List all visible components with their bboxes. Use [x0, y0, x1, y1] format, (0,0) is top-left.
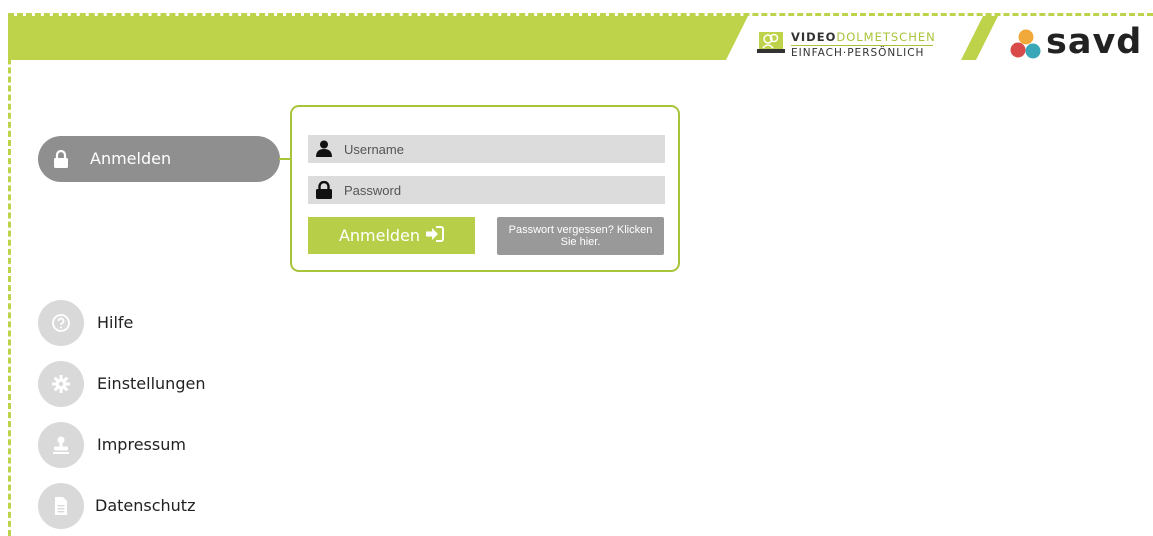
nav-item-label: Datenschutz: [95, 496, 196, 515]
stamp-icon: [53, 436, 69, 454]
sign-in-icon: [426, 225, 445, 246]
nav-icon-circle: [38, 483, 84, 529]
nav-item-anmelden[interactable]: Anmelden: [38, 136, 280, 182]
gear-icon: [52, 375, 70, 393]
login-button-label: Anmelden: [338, 226, 421, 245]
nav-icon-circle: [38, 300, 84, 346]
nav-item-impressum[interactable]: Impressum: [38, 422, 258, 468]
left-dashed-border: [8, 13, 11, 536]
nav-item-label: Einstellungen: [97, 374, 206, 393]
nav-item-label: Anmelden: [90, 149, 172, 168]
brand-separator: [791, 45, 933, 46]
password-input[interactable]: [344, 176, 654, 204]
document-icon: [55, 497, 67, 515]
help-icon: [52, 314, 70, 332]
nav-item-datenschutz[interactable]: Datenschutz: [38, 483, 258, 529]
username-input[interactable]: [344, 135, 654, 163]
nav-icon-circle: [38, 422, 84, 468]
brand-line1: VIDEODOLMETSCHEN: [791, 30, 936, 44]
video-interpreter-icon: [757, 30, 785, 56]
nav-icon-circle: [38, 361, 84, 407]
forgot-password-button[interactable]: Passwort vergessen? Klicken Sie hier.: [497, 217, 664, 255]
nav-item-label: Hilfe: [97, 313, 134, 332]
username-field[interactable]: [308, 135, 665, 163]
nav-item-label: Impressum: [97, 435, 186, 454]
password-field[interactable]: [308, 176, 665, 204]
brand-line2: EINFACH·PERSÖNLICH: [791, 47, 925, 59]
login-panel: Anmelden Passwort vergessen? Klicken Sie…: [290, 105, 680, 272]
nav-item-hilfe[interactable]: Hilfe: [38, 300, 258, 346]
nav-item-einstellungen[interactable]: Einstellungen: [38, 361, 258, 407]
lock-icon: [54, 149, 68, 172]
savd-dots-icon: [1010, 29, 1041, 59]
savd-wordmark: savd: [1046, 22, 1143, 62]
videodolmetschen-logo: VIDEODOLMETSCHEN EINFACH·PERSÖNLICH: [757, 28, 937, 62]
savd-logo: savd: [1008, 22, 1148, 66]
login-button[interactable]: Anmelden: [308, 217, 475, 254]
user-icon: [316, 140, 332, 161]
lock-icon: [316, 180, 332, 203]
header-band: [8, 16, 1153, 60]
